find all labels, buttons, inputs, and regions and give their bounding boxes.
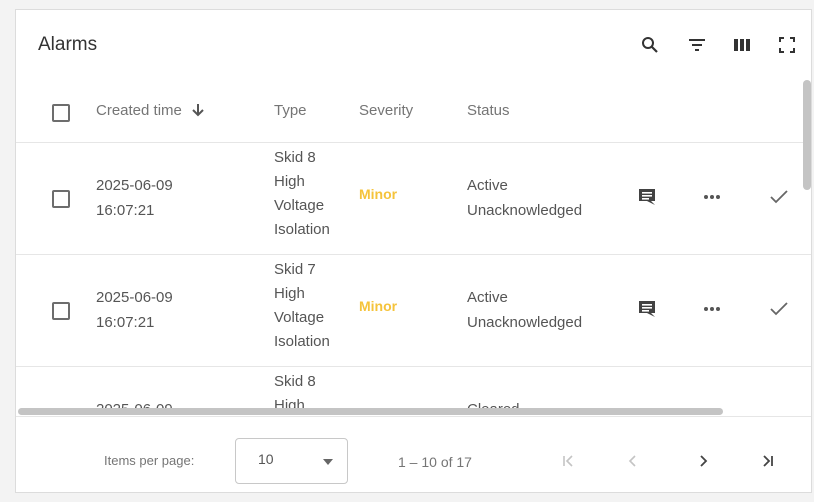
created-date: 2025-06-09 <box>96 289 173 306</box>
next-page-icon[interactable] <box>688 446 718 476</box>
previous-page-icon[interactable] <box>618 446 648 476</box>
row-checkbox[interactable] <box>52 190 70 208</box>
type-line: Isolation <box>274 221 330 238</box>
comment-icon[interactable] <box>632 183 662 211</box>
status-cell: Active Unacknowledged <box>467 285 582 335</box>
page-range-label: 1 – 10 of 17 <box>398 454 472 470</box>
acknowledge-check-icon[interactable] <box>764 183 794 211</box>
dropdown-arrow-icon <box>323 459 333 465</box>
table-row[interactable]: 2025-06-09 16:07:21 Skid 7 High Voltage … <box>16 255 811 367</box>
more-options-icon[interactable] <box>697 295 727 323</box>
comment-icon[interactable] <box>632 295 662 323</box>
created-time-header-label: Created time <box>96 102 182 119</box>
status-cell: Active Unacknowledged <box>467 173 582 223</box>
status-line: Unacknowledged <box>467 202 583 219</box>
items-per-page-select[interactable]: 10 <box>235 438 348 484</box>
items-per-page-value: 10 <box>258 451 274 467</box>
created-time-header[interactable]: Created time <box>96 102 204 121</box>
horizontal-scrollbar[interactable] <box>18 408 723 415</box>
status-line: Active <box>467 289 508 306</box>
status-header[interactable]: Status <box>467 102 510 119</box>
created-time: 16:07:21 <box>96 314 155 331</box>
arrow-down-icon <box>192 103 204 121</box>
type-line: High <box>274 285 305 302</box>
alarms-widget: Alarms Created time Type Severity Status… <box>15 9 812 493</box>
severity-badge: Minor <box>359 186 398 202</box>
paginator: Items per page: 10 1 – 10 of 17 <box>16 416 811 492</box>
more-options-icon[interactable] <box>697 183 727 211</box>
widget-title: Alarms <box>38 34 98 55</box>
acknowledge-check-icon[interactable] <box>764 295 794 323</box>
type-line: Voltage <box>274 309 325 326</box>
filter-icon[interactable] <box>683 30 711 60</box>
table-header: Created time Type Severity Status <box>16 80 811 143</box>
severity-badge: Minor <box>359 298 398 314</box>
widget-toolbar <box>636 30 811 60</box>
vertical-scrollbar[interactable] <box>803 80 811 190</box>
type-cell: Skid 7 High Voltage Isolation <box>274 258 352 354</box>
select-all-checkbox[interactable] <box>52 104 70 122</box>
created-time: 16:07:21 <box>96 202 155 219</box>
type-line: Voltage <box>274 197 325 214</box>
type-cell: Skid 8 High Voltage Isolation <box>274 146 352 242</box>
items-per-page-label: Items per page: <box>104 453 195 468</box>
type-header[interactable]: Type <box>274 102 307 119</box>
type-line: High <box>274 173 305 190</box>
severity-header[interactable]: Severity <box>359 102 413 119</box>
table-row[interactable]: 2025-06-09 16:07:21 Skid 8 High Voltage … <box>16 143 811 255</box>
status-line: Unacknowledged <box>467 314 583 331</box>
first-page-icon[interactable] <box>553 446 583 476</box>
row-checkbox[interactable] <box>52 302 70 320</box>
type-line: Skid 8 <box>274 149 316 166</box>
last-page-icon[interactable] <box>753 446 783 476</box>
type-line: Isolation <box>274 333 330 350</box>
type-line: Skid 8 <box>274 373 316 390</box>
type-line: Skid 7 <box>274 261 316 278</box>
created-time-cell: 2025-06-09 16:07:21 <box>96 285 173 335</box>
status-line: Active <box>467 177 508 194</box>
columns-icon[interactable] <box>728 30 756 60</box>
created-time-cell: 2025-06-09 16:07:21 <box>96 173 173 223</box>
alarms-table: Created time Type Severity Status 2025-0… <box>16 80 811 420</box>
search-icon[interactable] <box>636 30 664 60</box>
created-date: 2025-06-09 <box>96 177 173 194</box>
fullscreen-icon[interactable] <box>773 30 801 60</box>
